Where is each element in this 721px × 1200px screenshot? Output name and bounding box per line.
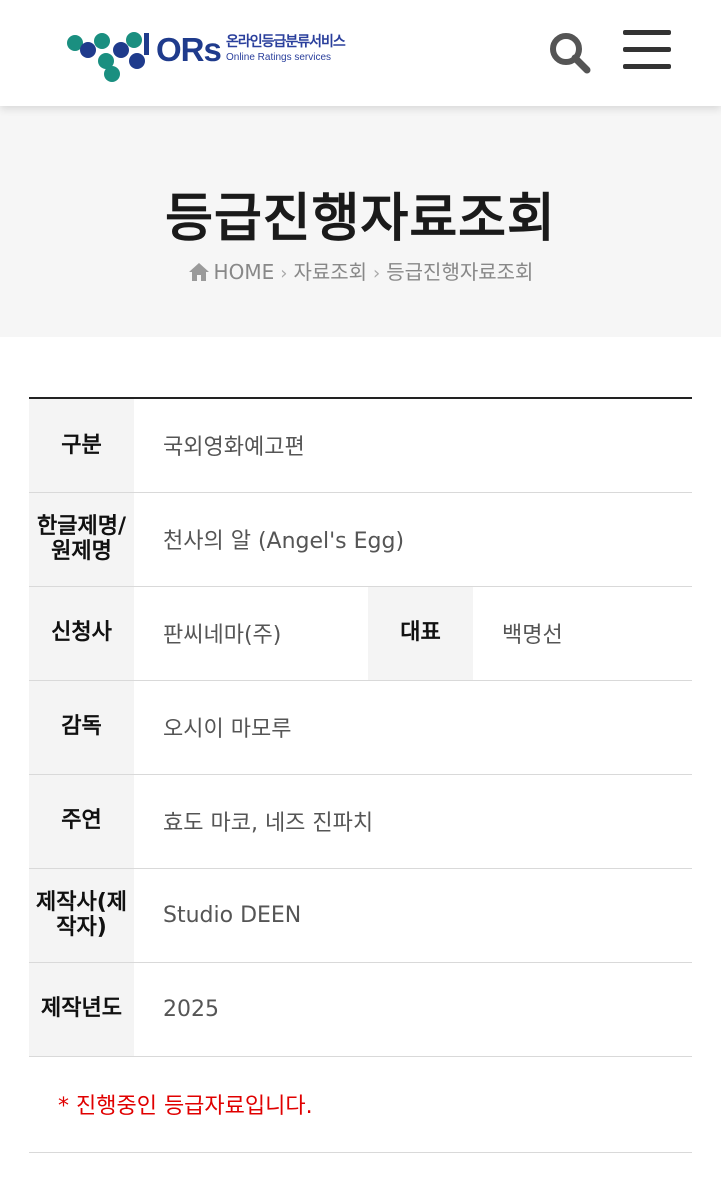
chevron-right-icon: › xyxy=(373,263,381,284)
table-row: 신청사 판씨네마(주) 대표 백명선 xyxy=(29,586,692,681)
hamburger-menu-icon-bar xyxy=(623,64,671,69)
logo-korean-text: 온라인등급분류서비스 xyxy=(226,34,346,50)
hamburger-menu-icon-bar xyxy=(623,30,671,35)
breadcrumb-current[interactable]: 등급진행자료조회 xyxy=(386,260,533,284)
row-value-cast: 효도 마코, 네즈 진파치 xyxy=(134,774,692,869)
page-hero: 등급진행자료조회 HOME › 자료조회 › 등급진행자료조회 xyxy=(0,106,721,337)
menu-button[interactable] xyxy=(623,30,671,72)
row-value-title: 천사의 알 (Angel's Egg) xyxy=(134,492,692,587)
row-label-representative: 대표 xyxy=(368,586,473,681)
in-progress-notice: * 진행중인 등급자료입니다. xyxy=(29,1056,692,1153)
search-button[interactable] xyxy=(547,30,593,76)
row-value-year: 2025 xyxy=(134,962,692,1057)
row-value-producer: Studio DEEN xyxy=(134,868,692,963)
site-header: ORs 온라인등급분류서비스 Online Ratings services xyxy=(0,0,721,106)
logo-wordmark: ORs xyxy=(156,31,222,68)
table-row: 한글제명/원제명 천사의 알 (Angel's Egg) xyxy=(29,492,692,587)
breadcrumb-home[interactable]: HOME xyxy=(214,260,275,284)
hamburger-menu-icon-bar xyxy=(623,47,671,52)
logo-mark-graphic xyxy=(67,32,149,82)
home-icon xyxy=(188,263,209,281)
row-label-title: 한글제명/원제명 xyxy=(29,492,134,587)
table-row: * 진행중인 등급자료입니다. xyxy=(29,1056,692,1153)
breadcrumb: HOME › 자료조회 › 등급진행자료조회 xyxy=(0,256,721,285)
rating-info-table: 구분 국외영화예고편 한글제명/원제명 천사의 알 (Angel's Egg) … xyxy=(29,397,692,1153)
table-row: 제작년도 2025 xyxy=(29,962,692,1057)
search-icon xyxy=(550,33,591,74)
row-value-representative: 백명선 xyxy=(473,586,692,681)
chevron-right-icon: › xyxy=(280,263,288,284)
logo-english-text: Online Ratings services xyxy=(226,52,332,63)
row-label-producer: 제작사(제작자) xyxy=(29,868,134,963)
row-label-applicant: 신청사 xyxy=(29,586,134,681)
row-label-year: 제작년도 xyxy=(29,962,134,1057)
table-row: 감독 오시이 마모루 xyxy=(29,680,692,775)
breadcrumb-data-lookup[interactable]: 자료조회 xyxy=(293,260,367,284)
row-label-cast: 주연 xyxy=(29,774,134,869)
page-title: 등급진행자료조회 xyxy=(165,189,556,249)
row-value-category: 국외영화예고편 xyxy=(134,398,692,493)
row-label-director: 감독 xyxy=(29,680,134,775)
row-value-applicant: 판씨네마(주) xyxy=(134,586,368,681)
ors-logo[interactable]: ORs 온라인등급분류서비스 Online Ratings services xyxy=(66,28,366,84)
row-label-category: 구분 xyxy=(29,398,134,493)
table-row: 제작사(제작자) Studio DEEN xyxy=(29,868,692,963)
table-row: 주연 효도 마코, 네즈 진파치 xyxy=(29,774,692,869)
row-value-director: 오시이 마모루 xyxy=(134,680,692,775)
table-row: 구분 국외영화예고편 xyxy=(29,398,692,493)
